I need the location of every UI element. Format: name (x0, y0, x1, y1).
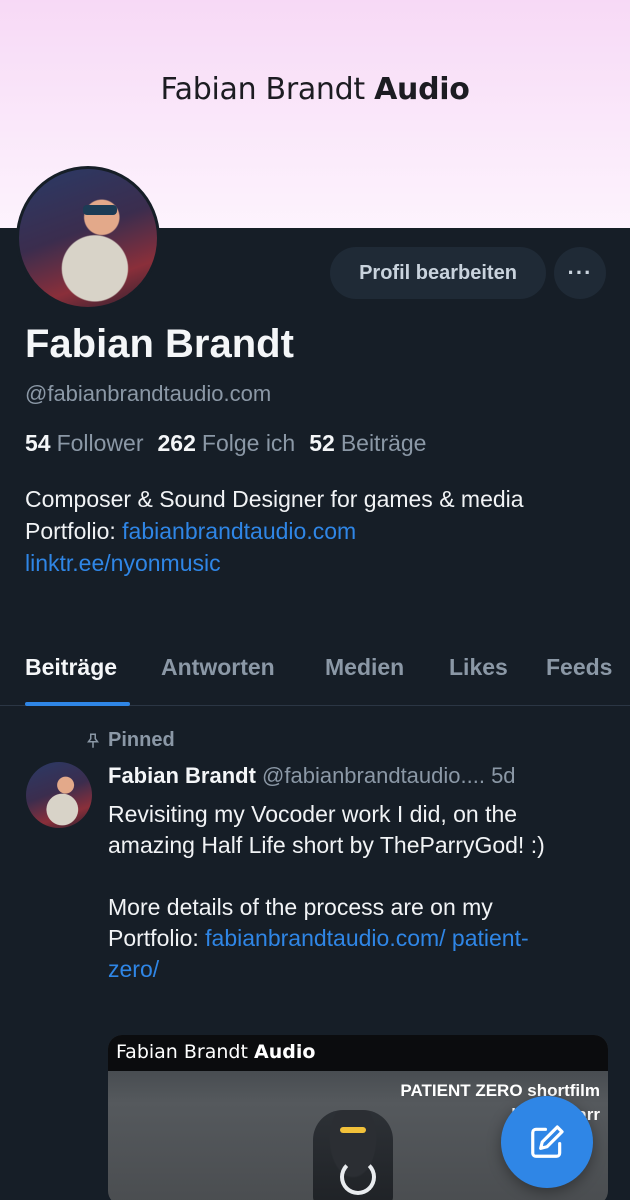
tab-feeds[interactable]: Feeds (546, 654, 612, 681)
linktree-link[interactable]: linktr.ee/nyonmusic (25, 547, 615, 579)
more-options-button[interactable]: ··· (554, 247, 606, 299)
banner-brand-text: Fabian Brandt Audio (0, 72, 630, 107)
tab-likes[interactable]: Likes (449, 654, 508, 681)
compose-icon (531, 1125, 564, 1158)
edit-profile-button[interactable]: Profil bearbeiten (330, 247, 546, 299)
portfolio-link[interactable]: fabianbrandtaudio.com (122, 518, 356, 544)
loading-spinner-icon (340, 1159, 376, 1195)
compose-button[interactable] (501, 1096, 593, 1188)
avatar-image (19, 169, 157, 307)
ellipsis-icon: ··· (567, 260, 593, 285)
embed-title: Fabian Brandt Audio (116, 1041, 316, 1063)
post-header: Fabian Brandt @fabianbrandtaudio.... 5d (108, 763, 608, 789)
profile-display-name: Fabian Brandt (25, 322, 294, 366)
posts-stat: 52 Beiträge (309, 430, 427, 456)
profile-stats: 54 Follower 262 Folge ich 52 Beiträge (25, 430, 426, 457)
tab-medien[interactable]: Medien (325, 654, 404, 681)
followers-stat[interactable]: 54 Follower (25, 430, 144, 457)
tab-beitraege[interactable]: Beiträge (25, 654, 117, 681)
post-author-name[interactable]: Fabian Brandt (108, 763, 256, 788)
pinned-label: Pinned (84, 729, 175, 752)
profile-avatar[interactable] (16, 166, 160, 310)
following-stat[interactable]: 262 Folge ich (158, 430, 296, 457)
banner-brand-bold: Audio (374, 72, 470, 107)
profile-handle: @fabianbrandtaudio.com (25, 381, 272, 406)
post-meta: @fabianbrandtaudio.... 5d (262, 763, 516, 788)
post-author-avatar[interactable] (26, 762, 92, 828)
tab-antworten[interactable]: Antworten (161, 654, 275, 681)
post-paragraph: Revisiting my Vocoder work I did, on the… (108, 801, 545, 858)
bio-text: Composer & Sound Designer for games & me… (25, 486, 524, 512)
post-paragraph-links: More details of the process are on my Po… (108, 894, 529, 982)
post-text: Revisiting my Vocoder work I did, on the… (108, 799, 578, 1016)
profile-tabs: Beiträge Antworten Medien Likes Feeds (0, 646, 630, 706)
banner-brand-light: Fabian Brandt (160, 72, 365, 107)
active-tab-indicator (25, 702, 130, 706)
bio-portfolio-line: Portfolio: fabianbrandtaudio.com (25, 518, 357, 544)
pin-icon (87, 733, 99, 748)
profile-bio: Composer & Sound Designer for games & me… (25, 483, 615, 579)
